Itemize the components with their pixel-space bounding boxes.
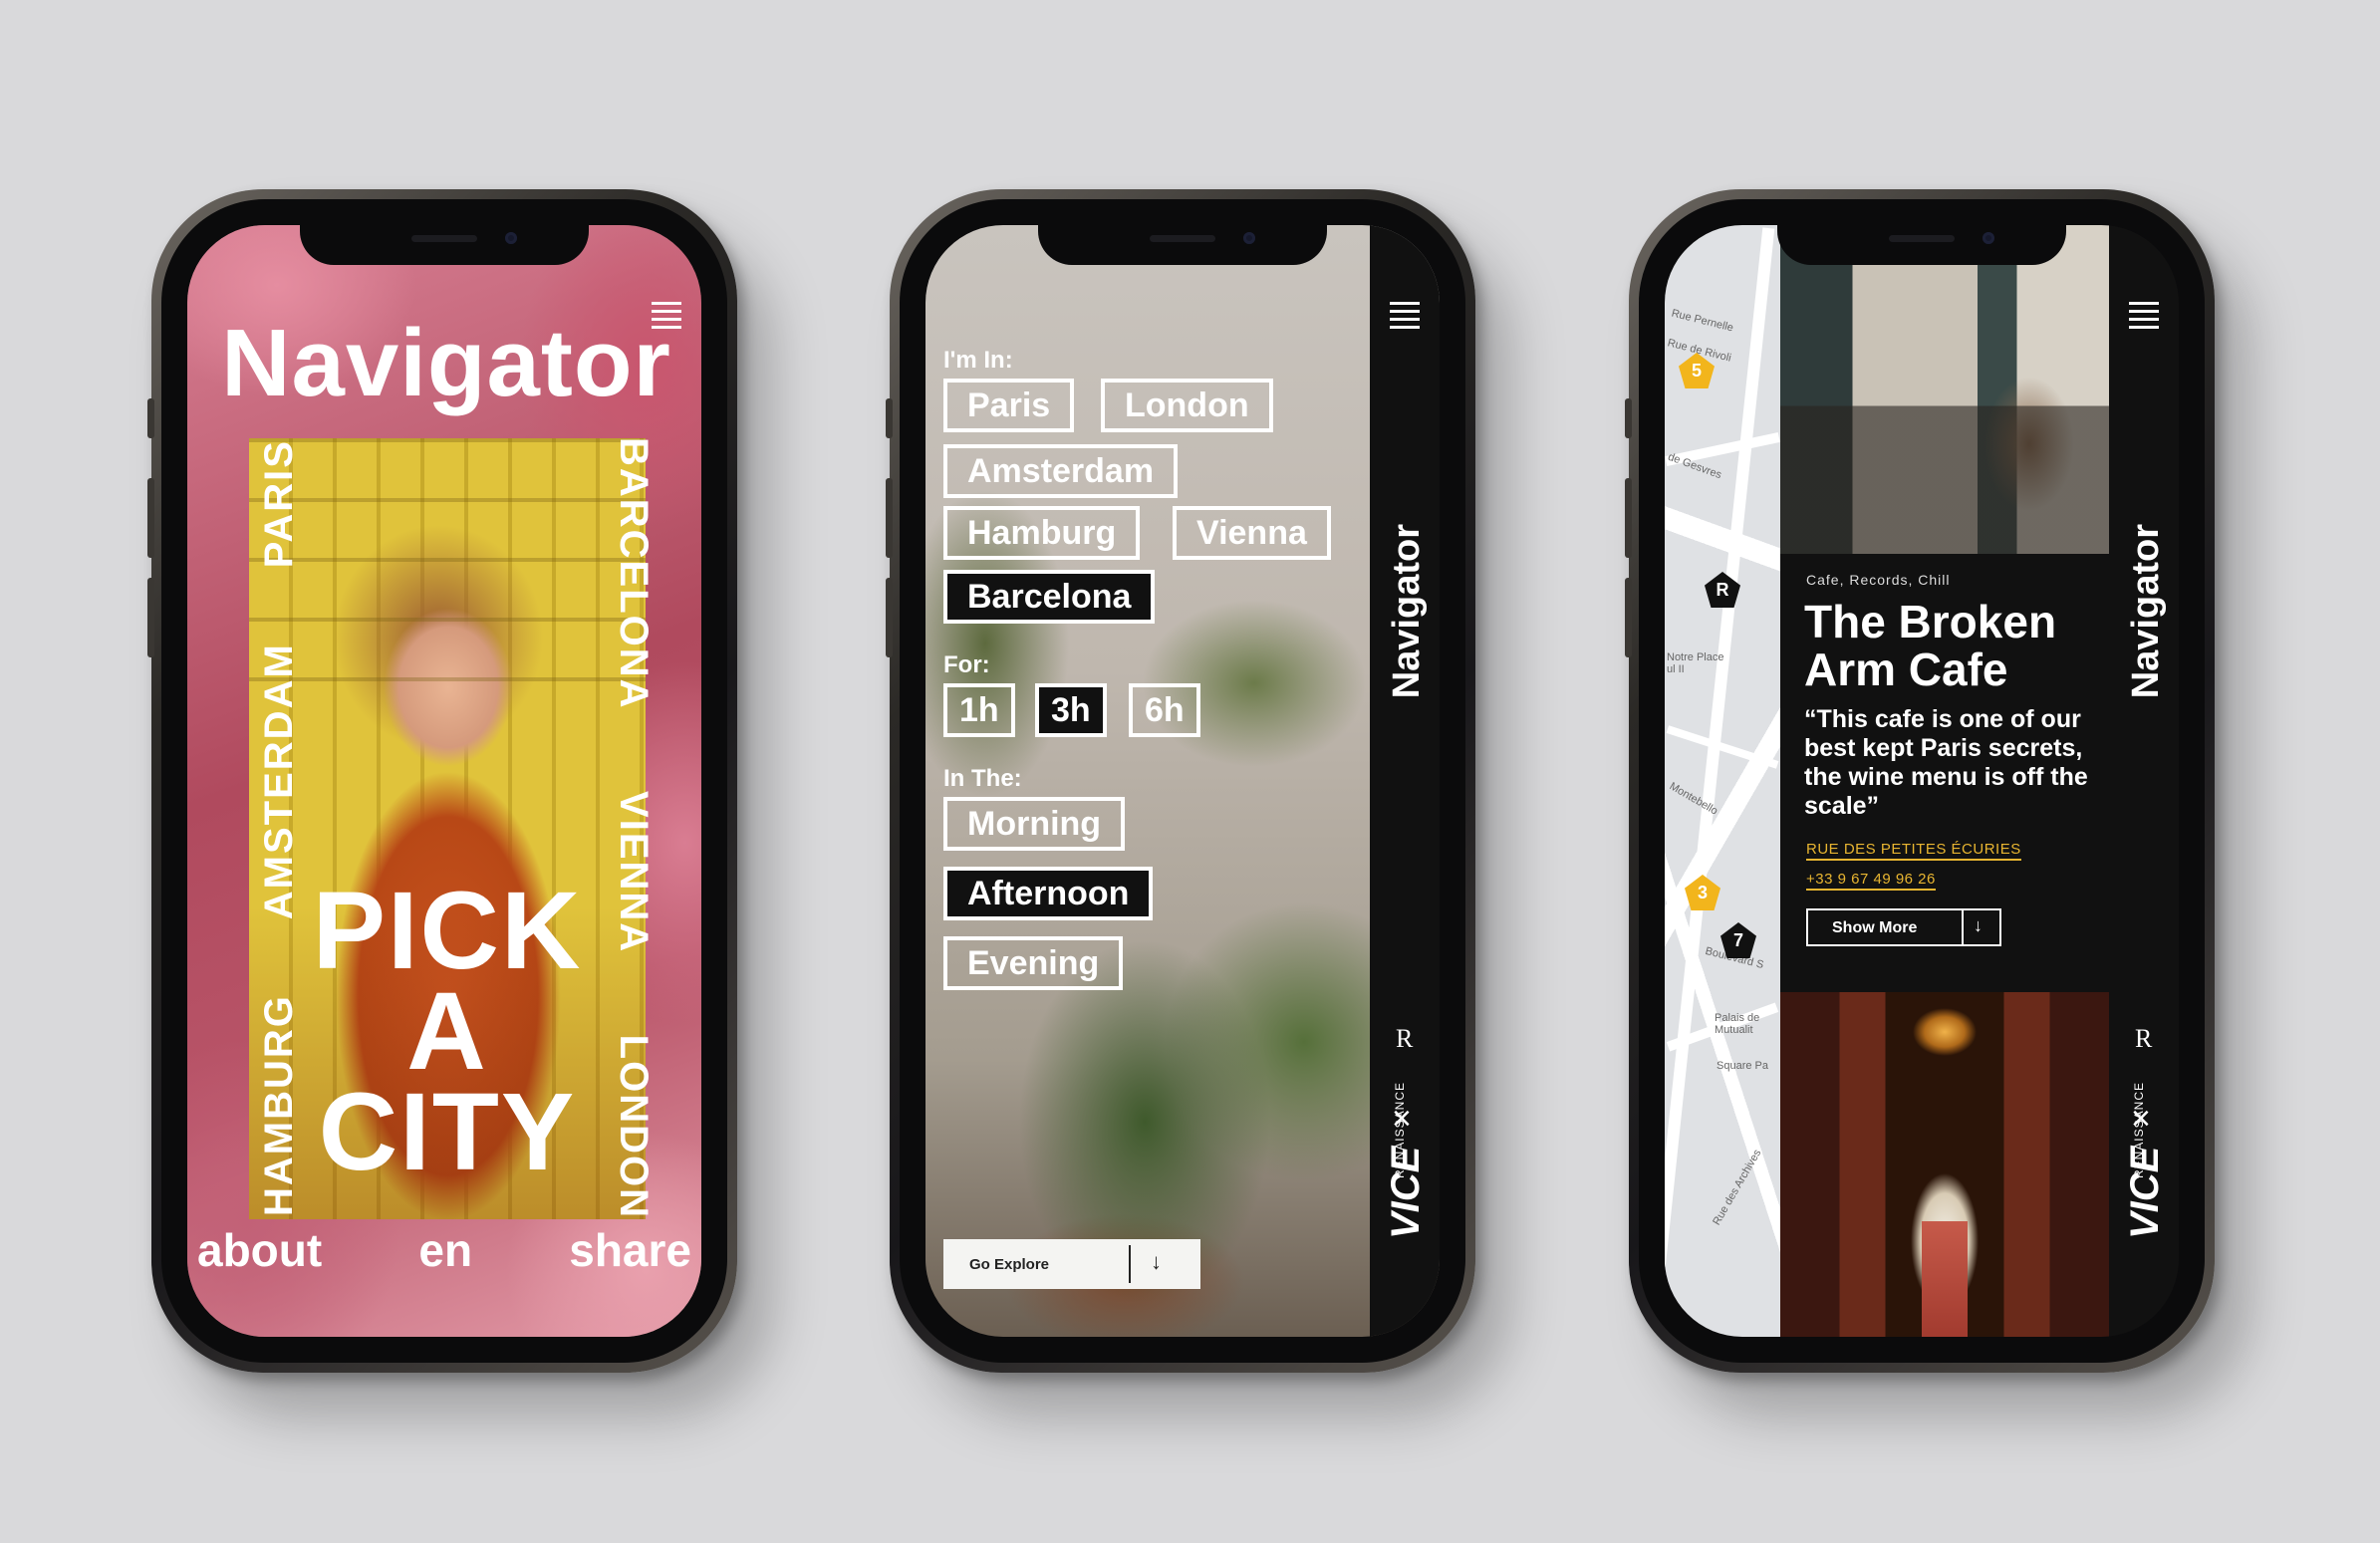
venue-address-link[interactable]: RUE DES PETITES ÉCURIES bbox=[1806, 841, 2021, 861]
headline-line: PICK bbox=[312, 870, 583, 992]
arrow-down-icon: ↓ bbox=[1151, 1249, 1162, 1274]
hamburger-menu-icon[interactable] bbox=[1390, 297, 1420, 334]
city-chip-vienna[interactable]: Vienna bbox=[1173, 506, 1331, 560]
button-divider bbox=[1962, 910, 1964, 944]
map-street-label: Square Pa bbox=[1717, 1060, 1768, 1072]
hamburger-menu-icon[interactable] bbox=[2129, 297, 2159, 334]
phone-navigator-filters: I'm In: Paris London Amsterdam Hamburg V… bbox=[886, 189, 1475, 1373]
language-link[interactable]: en bbox=[418, 1223, 472, 1277]
show-more-label: Show More bbox=[1832, 919, 1918, 936]
collab-x-icon: × bbox=[1392, 1100, 1412, 1138]
duration-chip-1h[interactable]: 1h bbox=[943, 683, 1015, 737]
map-street-label: Notre Place ul II bbox=[1667, 651, 1724, 675]
go-explore-label: Go Explore bbox=[969, 1256, 1050, 1273]
cafe-interior-image bbox=[1780, 225, 2109, 554]
screen: Rue Pernelle Rue de Rivoli de Gesvres No… bbox=[1665, 225, 2179, 1337]
button-divider bbox=[1129, 1245, 1131, 1283]
go-explore-button[interactable]: Go Explore ↓ bbox=[943, 1239, 1200, 1289]
time-chip-morning[interactable]: Morning bbox=[943, 797, 1126, 851]
duration-chip-6h[interactable]: 6h bbox=[1129, 683, 1200, 737]
headline-line: A bbox=[406, 970, 488, 1093]
headline-line: CITY bbox=[318, 1071, 577, 1193]
pick-a-city-headline: PICK A CITY bbox=[249, 870, 646, 1193]
city-chip-london[interactable]: London bbox=[1101, 379, 1273, 432]
in-the-label: In The: bbox=[943, 765, 1022, 792]
about-link[interactable]: about bbox=[197, 1223, 322, 1277]
venue-card: Cafe, Records, Chill The Broken Arm Cafe… bbox=[1780, 225, 2109, 1337]
for-label: For: bbox=[943, 651, 990, 678]
im-in-label: I'm In: bbox=[943, 347, 1013, 374]
duration-chip-3h-selected[interactable]: 3h bbox=[1035, 683, 1107, 737]
map-street-label: Rue des Archives bbox=[1711, 1147, 1764, 1228]
arrow-down-icon: ↓ bbox=[1974, 915, 1983, 935]
phone-navigator-venue: Rue Pernelle Rue de Rivoli de Gesvres No… bbox=[1625, 189, 2215, 1373]
hallway-runner bbox=[1922, 1221, 1968, 1337]
phone-navigator-home: Navigator HAMBURG AMSTERDAM PARIS BARCEL… bbox=[147, 189, 737, 1373]
side-app-title: Navigator bbox=[2125, 524, 2167, 699]
building-windows bbox=[249, 438, 646, 737]
venue-quote: “This cafe is one of our best kept Paris… bbox=[1804, 705, 2088, 820]
city-chip-amsterdam[interactable]: Amsterdam bbox=[943, 444, 1179, 498]
footer-nav: about en share bbox=[197, 1223, 691, 1277]
side-panel: Navigator RENAISSANCE R × VICE bbox=[2109, 225, 2179, 1337]
map-pin-7[interactable]: 7 bbox=[1720, 922, 1756, 958]
city-chip-paris[interactable]: Paris bbox=[943, 379, 1075, 432]
time-chip-afternoon-selected[interactable]: Afternoon bbox=[943, 867, 1154, 920]
vice-logo: VICE bbox=[2123, 1146, 2167, 1239]
city-link-barcelona[interactable]: BARCELONA bbox=[611, 437, 656, 710]
city-chip-barcelona-selected[interactable]: Barcelona bbox=[943, 570, 1156, 624]
venue-tags: Cafe, Records, Chill bbox=[1806, 572, 1951, 588]
show-more-button[interactable]: Show More ↓ bbox=[1806, 908, 2001, 946]
side-app-title: Navigator bbox=[1386, 524, 1428, 699]
city-link-amsterdam[interactable]: AMSTERDAM bbox=[257, 643, 302, 919]
share-link[interactable]: share bbox=[569, 1223, 691, 1277]
collab-x-icon: × bbox=[2131, 1100, 2151, 1138]
vice-logo: VICE bbox=[1384, 1146, 1428, 1239]
map-pin-3[interactable]: 3 bbox=[1685, 875, 1720, 910]
map-street-label: Palais de Mutualit bbox=[1715, 1012, 1760, 1036]
renaissance-r-logo: R bbox=[2135, 1024, 2153, 1053]
venue-phone-link[interactable]: +33 9 67 49 96 26 bbox=[1806, 871, 1936, 891]
screen: Navigator HAMBURG AMSTERDAM PARIS BARCEL… bbox=[187, 225, 701, 1337]
map[interactable]: Rue Pernelle Rue de Rivoli de Gesvres No… bbox=[1665, 225, 1780, 1337]
time-chip-evening[interactable]: Evening bbox=[943, 936, 1124, 990]
city-link-paris[interactable]: PARIS bbox=[257, 439, 302, 568]
map-street-label: Rue Pernelle bbox=[1670, 307, 1735, 335]
screen: I'm In: Paris London Amsterdam Hamburg V… bbox=[926, 225, 1440, 1337]
app-title: Navigator bbox=[221, 310, 671, 416]
renaissance-r-logo: R bbox=[1396, 1024, 1414, 1053]
side-panel: Navigator RENAISSANCE R × VICE bbox=[1370, 225, 1440, 1337]
venue-name: The Broken Arm Cafe bbox=[1804, 596, 2057, 695]
city-chip-hamburg[interactable]: Hamburg bbox=[943, 506, 1141, 560]
